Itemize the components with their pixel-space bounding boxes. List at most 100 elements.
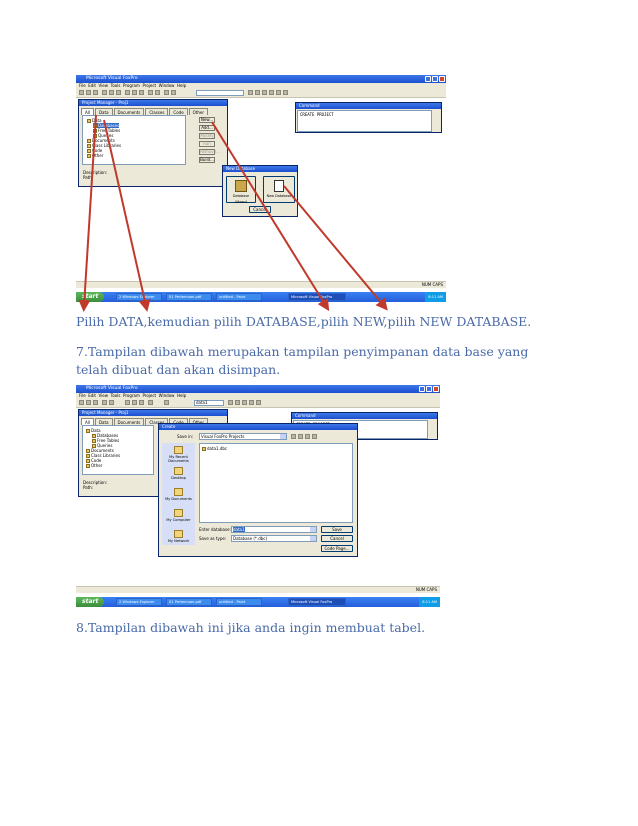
maximize-icon[interactable]	[432, 76, 438, 82]
tab-all[interactable]: All	[81, 418, 94, 425]
tab-data[interactable]: Data	[94, 108, 113, 115]
run-button[interactable]: Run	[199, 141, 215, 147]
maximize-icon[interactable]	[426, 386, 432, 392]
up-folder-icon[interactable]	[298, 434, 303, 439]
menu-edit[interactable]: Edit	[88, 393, 96, 398]
command-window-icon[interactable]	[248, 90, 253, 95]
menu-tools[interactable]: Tools	[111, 83, 121, 88]
place-my-documents[interactable]: My Documents	[162, 488, 195, 501]
new-database-button[interactable]: New Database	[263, 176, 295, 203]
close-icon[interactable]	[433, 386, 439, 392]
menu-window[interactable]: Window	[159, 393, 175, 398]
cut-icon[interactable]	[125, 400, 130, 405]
taskbar-item-foxpro[interactable]: Microsoft Visual FoxPro	[288, 598, 346, 606]
menu-window[interactable]: Window	[159, 83, 175, 88]
taskbar-item-explorer[interactable]: 2 Windows Explorer	[116, 293, 162, 301]
redo-icon[interactable]	[155, 90, 160, 95]
taskbar-item-paint[interactable]: untitled - Paint	[216, 293, 262, 301]
place-desktop[interactable]: Desktop	[162, 467, 195, 480]
command-window-icon[interactable]	[228, 400, 233, 405]
open-icon[interactable]	[86, 400, 91, 405]
database-wizard-button[interactable]: Database Wizard	[226, 176, 256, 204]
tab-classes[interactable]: Classes	[145, 108, 169, 115]
save-in-select[interactable]: Visual FoxPro Projects	[199, 433, 287, 440]
menu-program[interactable]: Program	[123, 83, 140, 88]
tool-icon-d[interactable]	[283, 90, 288, 95]
tab-all[interactable]: All	[81, 108, 94, 115]
copy-icon[interactable]	[132, 90, 137, 95]
undo-icon[interactable]	[148, 400, 153, 405]
menu-project[interactable]: Project	[142, 83, 156, 88]
remove-button[interactable]: Remove...	[199, 149, 220, 155]
open-icon[interactable]	[86, 90, 91, 95]
cut-icon[interactable]	[125, 90, 130, 95]
start-button[interactable]: start	[76, 597, 104, 607]
minimize-icon[interactable]	[419, 386, 425, 392]
place-network[interactable]: My Network	[162, 530, 195, 543]
copy-icon[interactable]	[132, 400, 137, 405]
save-icon[interactable]	[93, 400, 98, 405]
tab-documents[interactable]: Documents	[113, 418, 145, 425]
preview-icon[interactable]	[109, 90, 114, 95]
tree-item-other[interactable]: Other	[87, 153, 103, 158]
tab-documents[interactable]: Documents	[113, 108, 145, 115]
paste-icon[interactable]	[139, 400, 144, 405]
taskbar-item-paint[interactable]: untitled - Paint	[216, 598, 262, 606]
place-my-computer[interactable]: My Computer	[162, 509, 195, 522]
database-combo[interactable]: data1	[194, 400, 224, 406]
menu-tools[interactable]: Tools	[111, 393, 121, 398]
menu-edit[interactable]: Edit	[88, 83, 96, 88]
save-button[interactable]: Save	[321, 526, 353, 533]
cancel-button[interactable]: Cancel	[249, 206, 271, 213]
modify-icon[interactable]	[171, 90, 176, 95]
tool-icon-b[interactable]	[269, 90, 274, 95]
tool-icon-c[interactable]	[249, 400, 254, 405]
back-icon[interactable]	[291, 434, 296, 439]
taskbar-item-pdf[interactable]: 01 Pertemuan.pdf	[166, 598, 212, 606]
start-button[interactable]: start	[76, 292, 104, 302]
menu-view[interactable]: View	[99, 393, 109, 398]
tool-icon-d[interactable]	[256, 400, 261, 405]
tab-other[interactable]: Other	[188, 108, 209, 115]
database-combo[interactable]	[196, 90, 244, 96]
undo-icon[interactable]	[148, 90, 153, 95]
file-item[interactable]: data1.dbc	[202, 446, 227, 451]
save-icon[interactable]	[93, 90, 98, 95]
paste-icon[interactable]	[139, 90, 144, 95]
taskbar-item-explorer[interactable]: 2 Windows Explorer	[116, 598, 162, 606]
cancel-button[interactable]: Cancel	[321, 535, 353, 542]
code-page-button[interactable]: Code Page...	[321, 545, 353, 552]
run-icon[interactable]	[164, 400, 169, 405]
modify-button[interactable]: Modify	[199, 133, 215, 139]
tool-icon-b[interactable]	[242, 400, 247, 405]
views-icon[interactable]	[312, 434, 317, 439]
menu-view[interactable]: View	[99, 83, 109, 88]
data-session-icon[interactable]	[255, 90, 260, 95]
menu-project[interactable]: Project	[142, 393, 156, 398]
new-folder-icon[interactable]	[305, 434, 310, 439]
preview-icon[interactable]	[109, 400, 114, 405]
menu-file[interactable]: File	[79, 83, 86, 88]
close-icon[interactable]	[439, 76, 445, 82]
print-icon[interactable]	[102, 90, 107, 95]
taskbar-item-foxpro[interactable]: Microsoft Visual FoxPro	[288, 293, 346, 301]
tab-code[interactable]: Code	[169, 108, 188, 115]
menu-help[interactable]: Help	[177, 393, 186, 398]
run-icon[interactable]	[164, 90, 169, 95]
taskbar-item-pdf[interactable]: 01 Pertemuan.pdf	[166, 293, 212, 301]
minimize-icon[interactable]	[425, 76, 431, 82]
new-file-icon[interactable]	[79, 90, 84, 95]
tab-data[interactable]: Data	[94, 418, 113, 425]
database-name-input[interactable]: data1	[231, 526, 317, 533]
menu-help[interactable]: Help	[177, 83, 186, 88]
tree-item-other[interactable]: Other	[86, 463, 102, 468]
print-icon[interactable]	[102, 400, 107, 405]
tool-icon-c[interactable]	[276, 90, 281, 95]
spell-icon[interactable]	[116, 90, 121, 95]
save-as-type-select[interactable]: Database (*.dbc)	[231, 535, 317, 542]
menu-file[interactable]: File	[79, 393, 86, 398]
build-button[interactable]: Build...	[199, 157, 215, 163]
new-file-icon[interactable]	[79, 400, 84, 405]
menu-program[interactable]: Program	[123, 393, 140, 398]
tool-icon-a[interactable]	[235, 400, 240, 405]
